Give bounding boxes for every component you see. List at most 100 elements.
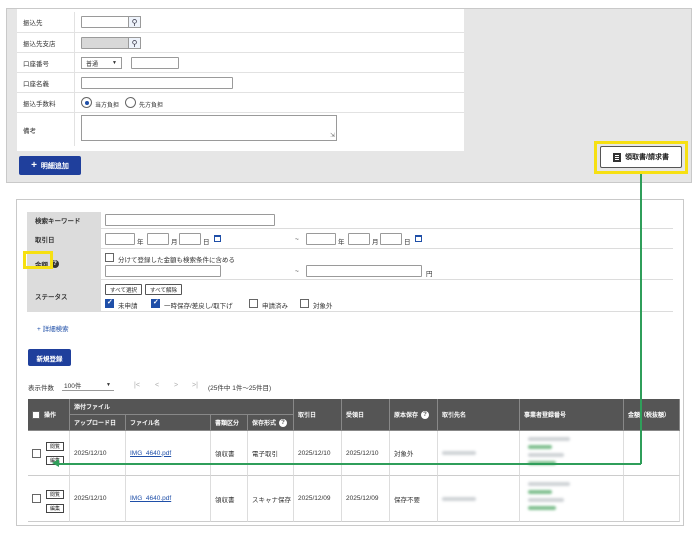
redacted-text — [528, 490, 552, 494]
redacted-text — [528, 482, 570, 486]
account-holder-row: 口座名義 — [17, 73, 464, 93]
add-line-button[interactable]: + 明細追加 — [19, 156, 81, 175]
table-row-1-ops — [28, 431, 70, 476]
row-1-doc-type: 領収書 — [211, 431, 248, 476]
memo-textarea[interactable]: ⇲ — [81, 115, 337, 141]
status-row: ステータス すべて選択 すべて解除 未申請 一時保存/差戻し/取下げ 申請済み … — [27, 280, 673, 312]
row-1-deal-date: 2025/12/10 — [294, 431, 342, 476]
amount-from-input[interactable] — [105, 265, 221, 277]
fee-theirs-radio[interactable] — [125, 97, 136, 108]
row-2-checkbox[interactable] — [32, 494, 41, 503]
fee-ours-label: 当方負担 — [95, 103, 120, 109]
date-from-month[interactable] — [147, 233, 169, 245]
next-page-icon[interactable]: > — [174, 382, 178, 389]
receipt-invoice-button[interactable]: 領取書/請求書 — [600, 146, 682, 168]
select-all-button[interactable]: すべて選択 — [105, 284, 142, 295]
last-page-icon[interactable]: >| — [192, 382, 198, 389]
year-text-2: 年 — [338, 239, 345, 246]
keyword-input[interactable] — [105, 214, 275, 226]
header-reg-number: 事業者登録番号 — [520, 399, 624, 431]
detail-search-link[interactable]: + 詳細検索 — [37, 323, 69, 333]
status-draft-label: 一時保存/差戻し/取下げ — [164, 303, 233, 310]
row-2-view-button[interactable]: 閲覧 — [46, 490, 64, 499]
status-unapplied-label: 未申請 — [118, 303, 138, 310]
split-amount-label: 分けて登録した金額も検索条件に含める — [118, 257, 235, 264]
edit-button-highlight — [23, 251, 53, 269]
row-2-amount — [624, 476, 680, 522]
date-from-year[interactable] — [105, 233, 135, 245]
account-holder-input[interactable] — [81, 77, 233, 89]
new-register-button[interactable]: 新規登録 — [28, 349, 71, 366]
calendar-icon[interactable] — [214, 235, 221, 242]
header-file-name: ファイル名 — [126, 415, 211, 431]
help-icon[interactable]: ? — [279, 418, 288, 427]
range-tilde: ~ — [295, 236, 299, 243]
row-1-file-link[interactable]: IMG_4640.pdf — [126, 431, 211, 476]
row-2-receipt-date: 2025/12/09 — [342, 476, 390, 522]
resize-grip-icon[interactable]: ⇲ — [330, 132, 335, 139]
account-number-label: 口座番号 — [23, 60, 49, 68]
header-receipt-date: 受領日 — [342, 399, 390, 431]
payee-search-icon[interactable]: ⚲ — [128, 16, 141, 28]
fee-row: 振込手数料 当方負担 先方負担 — [17, 93, 464, 113]
header-upload-date: アップロード日 — [70, 415, 126, 431]
row-1-checkbox[interactable] — [32, 448, 41, 458]
day-text-2: 日 — [404, 239, 411, 246]
split-amount-checkbox[interactable] — [105, 253, 114, 262]
row-1-receipt-date: 2025/12/10 — [342, 431, 390, 476]
payee-row: 振込先 ⚲ — [17, 12, 464, 33]
status-applied-label: 申請済み — [262, 303, 288, 310]
help-icon[interactable]: ? — [421, 410, 430, 419]
yen-text: 円 — [426, 271, 433, 278]
first-page-icon[interactable]: |< — [134, 382, 140, 389]
row-1-view-button[interactable]: 閲覧 — [46, 442, 64, 451]
clear-all-button[interactable]: すべて解除 — [145, 284, 182, 295]
row-1-original-save: 対象外 — [390, 431, 438, 476]
row-2-save-format: スキャナ保存 — [248, 476, 294, 522]
result-count: (25件中 1件〜25件目) — [208, 385, 272, 392]
per-page-value: 100件 — [64, 383, 82, 390]
per-page-select[interactable]: 100件 ▼ — [62, 380, 114, 391]
status-excluded-checkbox[interactable] — [300, 299, 309, 308]
header-save-format-label: 保存形式 — [252, 421, 277, 427]
date-to-month[interactable] — [348, 233, 370, 245]
select-all-rows-checkbox[interactable] — [32, 410, 40, 419]
fee-ours-radio[interactable] — [81, 97, 92, 108]
document-icon — [613, 152, 622, 162]
status-applied-checkbox[interactable] — [249, 299, 258, 308]
row-2-edit-button[interactable]: 編集 — [46, 504, 64, 513]
calendar-icon[interactable] — [415, 235, 422, 242]
header-amount: 金額（税抜額） — [624, 399, 680, 431]
amount-to-input[interactable] — [306, 265, 422, 277]
deal-date-row: 取引日 年 月 日 ~ 年 月 日 — [27, 229, 673, 249]
branch-input[interactable] — [81, 37, 129, 49]
row-1-amount — [624, 431, 680, 476]
connector-line — [640, 174, 642, 464]
date-to-year[interactable] — [306, 233, 336, 245]
branch-search-icon[interactable]: ⚲ — [128, 37, 141, 49]
prev-page-icon[interactable]: < — [155, 382, 159, 389]
deal-date-label: 取引日 — [27, 229, 101, 248]
header-attach: 添付ファイル — [70, 399, 294, 415]
redacted-text — [528, 437, 570, 441]
header-deal-date: 取引日 — [294, 399, 342, 431]
branch-row: 振込先支店 ⚲ — [17, 33, 464, 53]
date-from-day[interactable] — [179, 233, 201, 245]
year-text: 年 — [137, 239, 144, 246]
date-to-day[interactable] — [380, 233, 402, 245]
status-label: ステータス — [27, 280, 101, 311]
row-2-partner — [438, 476, 520, 522]
status-unapplied-checkbox[interactable] — [105, 298, 114, 308]
account-number-input[interactable] — [131, 57, 179, 69]
row-2-file-link[interactable]: IMG_4640.pdf — [126, 476, 211, 522]
payee-label: 振込先 — [23, 20, 43, 27]
redacted-text — [528, 445, 552, 449]
payee-input[interactable] — [81, 16, 129, 28]
document-list-panel: 検索キーワード 取引日 年 月 日 ~ 年 月 日 金額 ? 分けて登録した金額… — [16, 199, 684, 526]
account-type-select[interactable]: 普通 ▼ — [81, 57, 122, 69]
row-1-partner — [438, 431, 520, 476]
keyword-row: 検索キーワード — [27, 212, 673, 229]
status-draft-checkbox[interactable] — [151, 298, 160, 308]
fee-theirs-label: 先方負担 — [139, 103, 164, 109]
account-number-row: 口座番号 普通 ▼ — [17, 53, 464, 73]
